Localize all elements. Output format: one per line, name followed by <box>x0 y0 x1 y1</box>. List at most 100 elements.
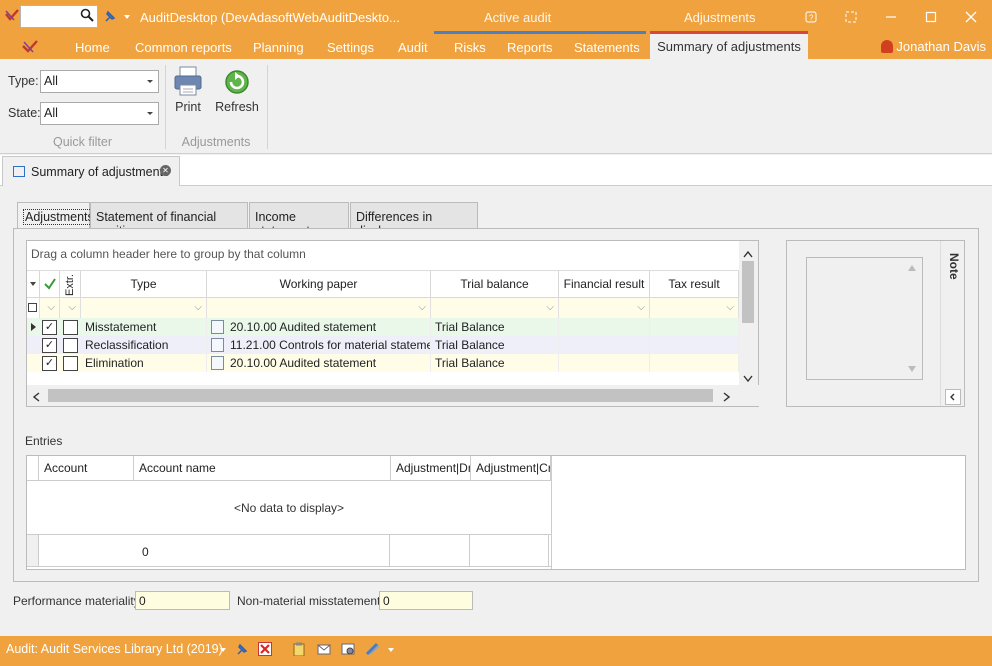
working-paper-column-header[interactable]: Working paper <box>207 271 431 298</box>
row-extr-checkbox[interactable] <box>63 338 78 353</box>
collapse-panel-button[interactable] <box>945 389 961 405</box>
tab-statement-of-financial-position[interactable]: Statement of financial position <box>90 202 248 238</box>
document-icon <box>211 338 224 352</box>
tab-income-statement[interactable]: Income statement <box>249 202 349 238</box>
note-textarea[interactable] <box>806 257 923 380</box>
title-bar: AuditDesktop (DevAdasoftWebAuditDeskto..… <box>0 0 992 34</box>
select-all-checkbox[interactable] <box>28 303 37 312</box>
minimize-icon[interactable] <box>880 7 902 27</box>
pin-icon[interactable] <box>103 9 117 26</box>
account-name-column-header[interactable]: Account name <box>134 456 391 481</box>
tab-settings[interactable]: Settings <box>327 40 374 55</box>
mail-icon[interactable] <box>317 642 331 659</box>
filter-tax-result-cell[interactable]: ⌵ <box>650 298 739 318</box>
ribbon-tab-strip: Home Common reports Planning Settings Au… <box>0 34 992 59</box>
tab-audit[interactable]: Audit <box>398 40 428 55</box>
adjustment-cr-column-header[interactable]: Adjustment|Cr <box>471 456 551 481</box>
tax-result-column-header[interactable]: Tax result <box>650 271 739 298</box>
scroll-thumb[interactable] <box>48 389 713 402</box>
restore-layout-icon[interactable] <box>840 7 862 27</box>
scroll-thumb[interactable] <box>742 261 754 323</box>
chevron-down-icon[interactable] <box>388 648 394 652</box>
row-extr-checkbox[interactable] <box>63 356 78 371</box>
tab-risks[interactable]: Risks <box>454 40 486 55</box>
check-column-header[interactable] <box>40 271 60 298</box>
qat-dropdown-icon[interactable] <box>124 15 130 19</box>
filter-extr-cell[interactable]: ⌵ <box>60 298 81 318</box>
filter-working-paper-cell[interactable]: ⌵ <box>207 298 431 318</box>
scroll-right-icon[interactable] <box>723 391 731 405</box>
help-icon[interactable]: ? <box>800 7 822 27</box>
refresh-button[interactable]: Refresh <box>214 65 260 114</box>
tab-reports[interactable]: Reports <box>507 40 553 55</box>
grid-vertical-scrollbar[interactable] <box>739 241 758 386</box>
financial-result-column-header[interactable]: Financial result <box>559 271 650 298</box>
trial-balance-column-header[interactable]: Trial balance <box>431 271 559 298</box>
quick-filter-group-label: Quick filter <box>52 135 113 149</box>
printer-icon <box>172 65 204 97</box>
scroll-up-icon[interactable] <box>743 247 753 261</box>
close-audit-icon[interactable] <box>258 642 272 659</box>
account-column-header[interactable]: Account <box>39 456 134 481</box>
filter-type-cell[interactable]: ⌵ <box>81 298 207 318</box>
tools-icon[interactable] <box>365 642 381 659</box>
working-paper-cell[interactable]: 11.21.00 Controls for material stateme..… <box>207 336 431 354</box>
non-material-misstatements-label: Non-material misstatements <box>237 594 387 608</box>
close-tab-icon[interactable]: ✕ <box>160 165 171 176</box>
row-checkbox[interactable]: ✓ <box>42 356 57 371</box>
tab-differences-in-disclosure[interactable]: Differences in disclosure <box>350 202 478 238</box>
table-row[interactable]: ✓ Elimination 20.10.00 Audited statement… <box>27 354 739 372</box>
row-checkbox[interactable]: ✓ <box>42 338 57 353</box>
scroll-down-icon[interactable] <box>743 371 753 385</box>
state-filter-select[interactable]: All <box>40 102 159 125</box>
filter-check-cell[interactable]: ⌵ <box>40 298 60 318</box>
row-indicator-header[interactable] <box>27 271 40 298</box>
entries-grid-edge <box>551 456 552 569</box>
adjustment-dr-column-header[interactable]: Adjustment|Dr <box>391 456 471 481</box>
note-label: Note <box>947 253 961 280</box>
chevron-down-icon[interactable] <box>220 648 226 652</box>
no-data-message: <No data to display> <box>233 501 345 515</box>
close-icon[interactable] <box>960 7 982 27</box>
tab-common-reports[interactable]: Common reports <box>135 40 232 55</box>
filter-financial-result-cell[interactable]: ⌵ <box>559 298 650 318</box>
filter-trial-balance-cell[interactable]: ⌵ <box>431 298 559 318</box>
chevron-down-icon: ⌵ <box>726 302 734 313</box>
tab-adjustments[interactable]: Adjustments <box>17 202 96 229</box>
financial-result-cell <box>559 318 650 336</box>
tab-planning[interactable]: Planning <box>253 40 304 55</box>
context-active-audit: Active audit <box>484 10 552 25</box>
non-material-misstatements-input[interactable]: 0 <box>379 591 473 610</box>
scroll-down-icon[interactable] <box>908 366 916 372</box>
extr-column-header[interactable]: Extr. <box>60 271 81 298</box>
maximize-icon[interactable] <box>920 7 942 27</box>
type-filter-select[interactable]: All <box>40 70 159 93</box>
grid-horizontal-scrollbar[interactable] <box>27 385 760 406</box>
row-checkbox[interactable]: ✓ <box>42 320 57 335</box>
search-icon[interactable] <box>80 8 94 25</box>
entries-grid: Account Account name Adjustment|Dr Adjus… <box>26 455 966 570</box>
tab-home[interactable]: Home <box>75 40 110 55</box>
performance-materiality-input[interactable]: 0 <box>135 591 230 610</box>
working-paper-cell[interactable]: 20.10.00 Audited statement <box>207 354 431 372</box>
app-menu-icon[interactable] <box>22 40 38 57</box>
settings-icon[interactable] <box>341 642 355 659</box>
group-separator <box>165 65 166 149</box>
clipboard-icon[interactable] <box>292 642 306 659</box>
working-paper-cell[interactable]: 20.10.00 Audited statement <box>207 318 431 336</box>
pin-icon[interactable] <box>235 642 249 659</box>
state-filter-label: State: <box>8 106 41 120</box>
table-row[interactable]: ✓ Misstatement 20.10.00 Audited statemen… <box>27 318 739 336</box>
scroll-left-icon[interactable] <box>32 391 40 405</box>
scroll-up-icon[interactable] <box>908 265 916 271</box>
tab-summary-of-adjustments[interactable]: Summary of adjustments <box>650 34 808 59</box>
print-button[interactable]: Print <box>170 65 206 114</box>
refresh-label: Refresh <box>215 100 259 114</box>
row-extr-checkbox[interactable] <box>63 320 78 335</box>
current-audit-status[interactable]: Audit: Audit Services Library Ltd (2019) <box>6 642 223 656</box>
user-menu[interactable]: Jonathan Davis <box>881 39 986 54</box>
document-tab-summary[interactable]: Summary of adjustments ✕ <box>2 156 180 186</box>
table-row[interactable]: ✓ Reclassification 11.21.00 Controls for… <box>27 336 739 354</box>
type-column-header[interactable]: Type <box>81 271 207 298</box>
tab-statements[interactable]: Statements <box>574 40 640 55</box>
